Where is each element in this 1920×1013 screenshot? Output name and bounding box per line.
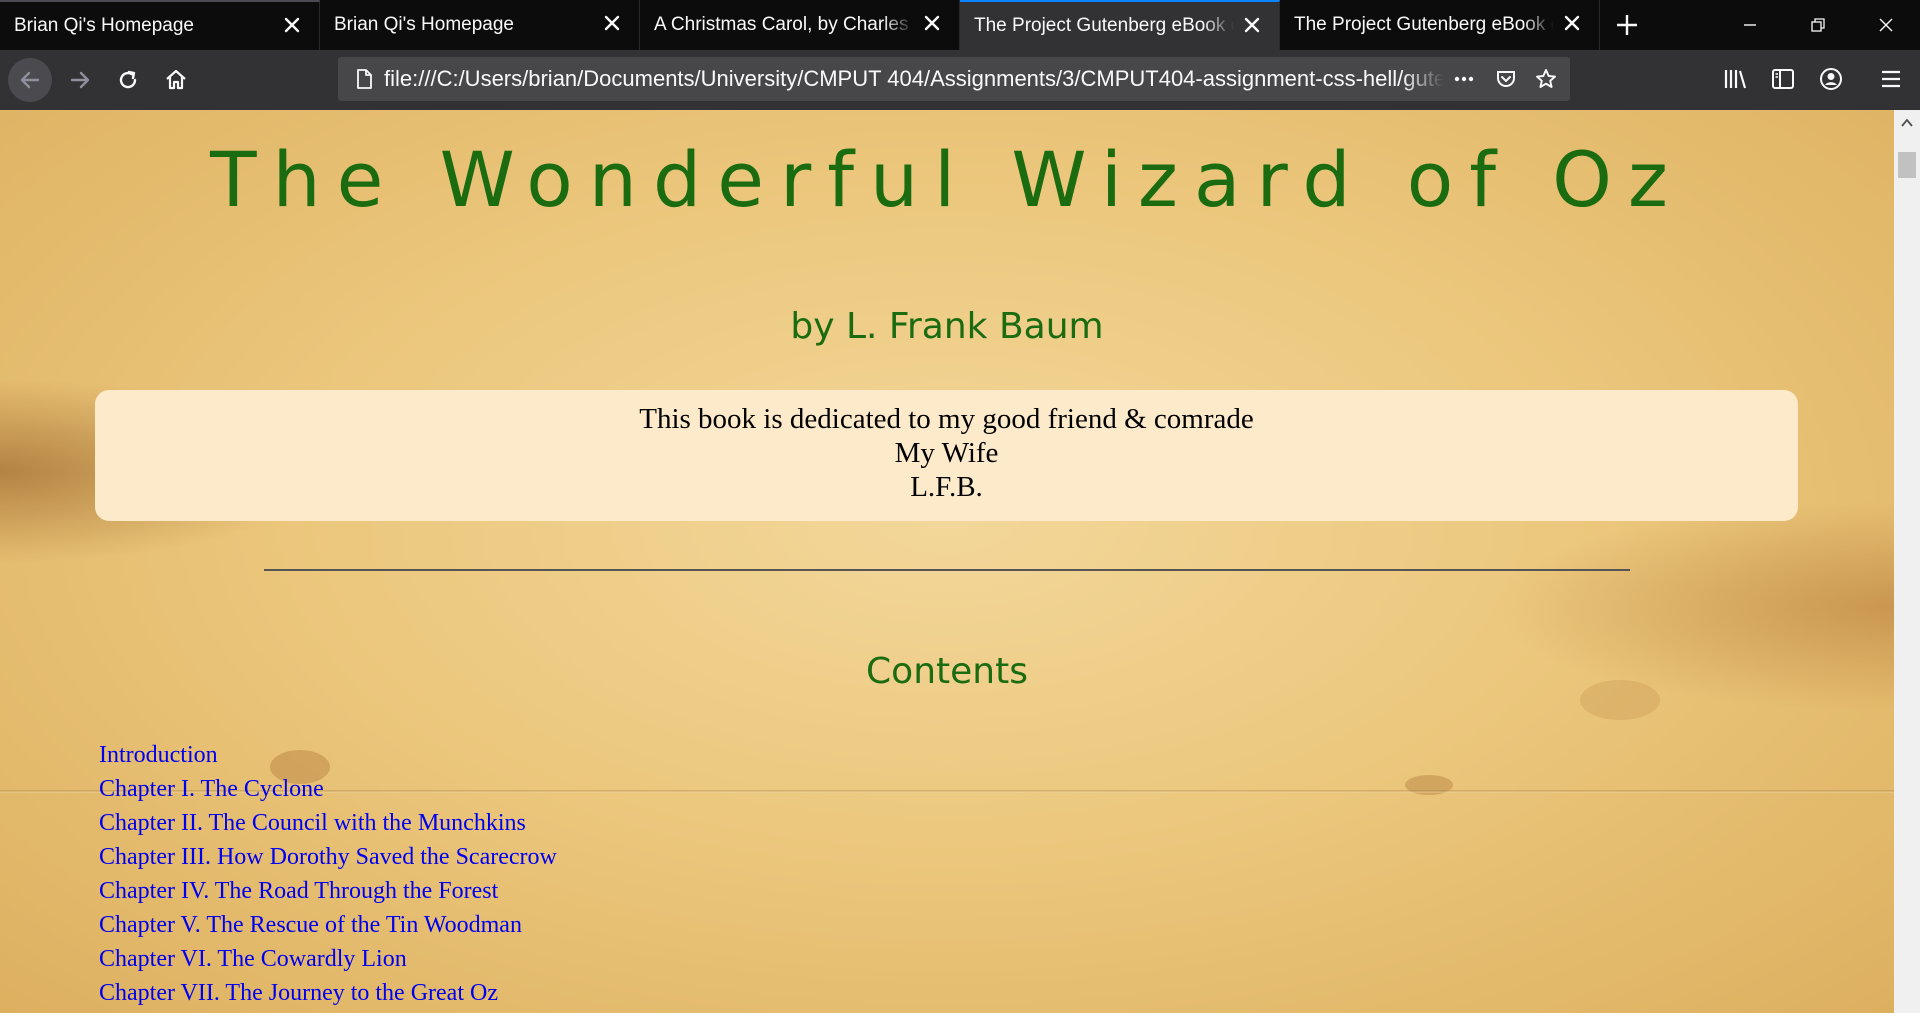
close-window-icon <box>1879 18 1893 32</box>
close-icon[interactable] <box>281 14 303 36</box>
tab-label: The Project Gutenberg eBook of The Wonde… <box>974 15 1234 36</box>
tab-brian-homepage-2[interactable]: Brian Qi's Homepage <box>320 0 640 50</box>
forward-arrow-icon <box>70 71 90 89</box>
back-button[interactable] <box>8 58 52 102</box>
navigation-toolbar: file:///C:/Users/brian/Documents/Univers… <box>0 50 1920 110</box>
library-icon[interactable] <box>1720 64 1750 94</box>
vertical-scrollbar[interactable] <box>1894 110 1920 1013</box>
close-icon[interactable] <box>601 12 623 34</box>
back-arrow-icon <box>20 71 40 89</box>
account-icon[interactable] <box>1816 64 1846 94</box>
tab-gutenberg-oz-active[interactable]: The Project Gutenberg eBook of The Wonde… <box>960 0 1280 50</box>
dedication-line: This book is dedicated to my good friend… <box>639 403 1254 435</box>
toc-link-chapter-6[interactable]: Chapter VI. The Cowardly Lion <box>99 942 557 976</box>
book-title: The Wonderful Wizard of Oz <box>210 135 1684 224</box>
reload-icon <box>119 70 137 89</box>
home-button[interactable] <box>154 58 198 102</box>
toc-link-chapter-2[interactable]: Chapter II. The Council with the Munchki… <box>99 806 557 840</box>
page-content: The Wonderful Wizard of Oz by L. Frank B… <box>0 110 1894 1013</box>
restore-icon <box>1811 18 1825 32</box>
new-tab-plus-icon[interactable] <box>1612 10 1642 40</box>
home-icon <box>166 69 186 90</box>
close-icon[interactable] <box>1241 14 1263 36</box>
pocket-icon[interactable] <box>1494 67 1518 91</box>
hamburger-menu-icon[interactable] <box>1876 64 1906 94</box>
toc-link-chapter-3[interactable]: Chapter III. How Dorothy Saved the Scare… <box>99 840 557 874</box>
dedication-line: L.F.B. <box>910 471 983 503</box>
tab-brian-homepage-1[interactable]: Brian Qi's Homepage <box>0 0 320 50</box>
toc-link-introduction[interactable]: Introduction <box>99 738 557 772</box>
dedication-line: My Wife <box>894 437 999 469</box>
sidebar-icon[interactable] <box>1768 64 1798 94</box>
close-icon[interactable] <box>921 12 943 34</box>
minimize-icon <box>1744 24 1756 26</box>
page-icon <box>357 69 372 89</box>
toc-link-chapter-7[interactable]: Chapter VII. The Journey to the Great Oz <box>99 976 557 1010</box>
url-text[interactable]: file:///C:/Users/brian/Documents/Univers… <box>384 57 1444 101</box>
close-window-button[interactable] <box>1856 0 1916 50</box>
close-icon[interactable] <box>1561 12 1583 34</box>
forward-button[interactable] <box>58 58 102 102</box>
page-actions-icon[interactable] <box>1452 67 1476 91</box>
chevron-up-icon <box>1901 118 1913 127</box>
bookmark-star-icon[interactable] <box>1534 67 1558 91</box>
restore-button[interactable] <box>1788 0 1848 50</box>
address-bar[interactable]: file:///C:/Users/brian/Documents/Univers… <box>338 57 1570 101</box>
toc-link-chapter-1[interactable]: Chapter I. The Cyclone <box>99 772 557 806</box>
horizontal-rule <box>264 569 1630 571</box>
toc-link-chapter-5[interactable]: Chapter V. The Rescue of the Tin Woodman <box>99 908 557 942</box>
book-author: by L. Frank Baum <box>790 306 1104 347</box>
tab-christmas-carol[interactable]: A Christmas Carol, by Charles Dickens <box>640 0 960 50</box>
tab-label: Brian Qi's Homepage <box>14 15 194 36</box>
contents-heading: Contents <box>866 651 1028 692</box>
reload-button[interactable] <box>106 58 150 102</box>
minimize-button[interactable] <box>1720 0 1780 50</box>
dedication-box: This book is dedicated to my good friend… <box>95 390 1798 521</box>
tab-label: The Project Gutenberg eBook of The Wonde… <box>1294 14 1554 35</box>
tab-label: A Christmas Carol, by Charles Dickens <box>654 14 914 35</box>
table-of-contents: Introduction Chapter I. The Cyclone Chap… <box>99 738 557 1010</box>
scroll-up-button[interactable] <box>1894 110 1920 136</box>
toc-link-chapter-4[interactable]: Chapter IV. The Road Through the Forest <box>99 874 557 908</box>
tab-label: Brian Qi's Homepage <box>334 14 514 35</box>
scrollbar-thumb[interactable] <box>1898 152 1916 178</box>
tab-gutenberg-oz[interactable]: The Project Gutenberg eBook of The Wonde… <box>1280 0 1600 50</box>
